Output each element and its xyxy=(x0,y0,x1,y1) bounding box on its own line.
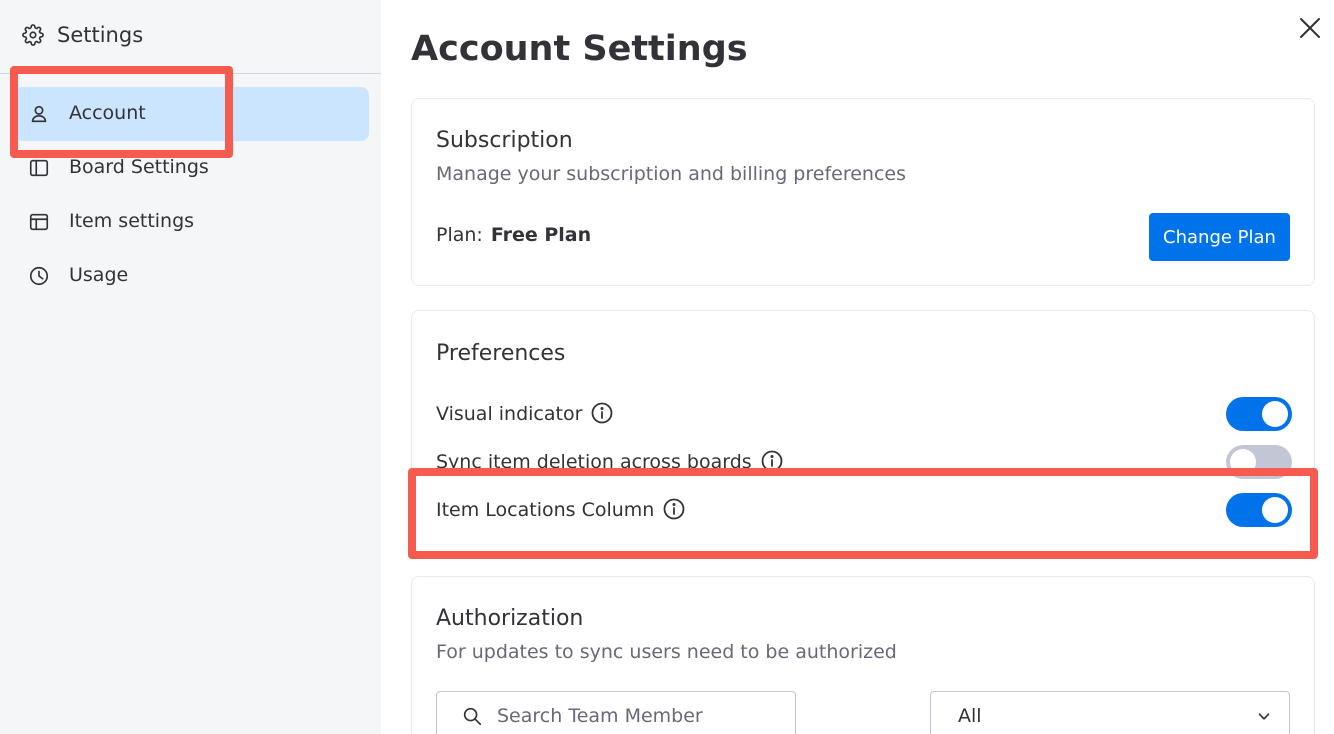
pref-row-visual-indicator: Visual indicator xyxy=(436,397,1292,431)
pref-label-text: Visual indicator xyxy=(436,403,583,425)
sidebar-title: Settings xyxy=(57,23,144,47)
subscription-subtitle: Manage your subscription and billing pre… xyxy=(436,163,906,185)
authorization-subtitle: For updates to sync users need to be aut… xyxy=(436,641,897,663)
search-icon xyxy=(463,707,482,726)
pref-row-item-locations: Item Locations Column xyxy=(436,493,1292,527)
subscription-card: Subscription Manage your subscription an… xyxy=(411,98,1315,286)
chevron-down-icon xyxy=(1258,713,1270,720)
search-input[interactable] xyxy=(497,700,777,732)
pref-label-text: Item Locations Column xyxy=(436,499,655,521)
plan-value: Free Plan xyxy=(490,224,592,246)
close-icon[interactable] xyxy=(1296,14,1324,42)
sidebar-item-label: Item settings xyxy=(69,210,195,232)
sidebar-item-account[interactable]: Account xyxy=(14,87,369,141)
item-locations-toggle[interactable] xyxy=(1226,493,1292,527)
filter-select-value: All xyxy=(958,705,982,727)
plan-label: Plan: xyxy=(436,224,483,246)
sidebar-item-usage[interactable]: Usage xyxy=(14,249,369,303)
sidebar-item-label: Board Settings xyxy=(69,156,209,178)
toggle-knob xyxy=(1230,449,1256,475)
toggle-knob xyxy=(1262,401,1288,427)
filter-select[interactable]: All xyxy=(930,691,1290,734)
sidebar-item-board-settings[interactable]: Board Settings xyxy=(14,141,369,195)
item-icon xyxy=(29,213,49,231)
plan-row: Plan: Free Plan xyxy=(436,223,591,247)
pref-label: Item Locations Column xyxy=(436,497,686,522)
sidebar-item-item-settings[interactable]: Item settings xyxy=(14,195,369,249)
preferences-title: Preferences xyxy=(436,341,566,366)
change-plan-button[interactable]: Change Plan xyxy=(1149,213,1290,261)
pref-label: Sync item deletion across boards xyxy=(436,449,784,474)
pref-label: Visual indicator xyxy=(436,401,614,426)
info-icon[interactable] xyxy=(760,449,784,473)
search-team-member-field[interactable] xyxy=(436,691,796,734)
sidebar-header: Settings xyxy=(0,0,381,74)
sidebar: Settings Account Board Settings Item set… xyxy=(0,0,381,734)
pref-row-sync-deletion: Sync item deletion across boards xyxy=(436,445,1292,479)
info-icon[interactable] xyxy=(662,497,686,521)
info-icon[interactable] xyxy=(590,401,614,425)
sidebar-item-label: Account xyxy=(69,102,146,124)
subscription-title: Subscription xyxy=(436,128,573,153)
gear-icon xyxy=(22,24,44,46)
authorization-title: Authorization xyxy=(436,606,584,631)
sync-deletion-toggle[interactable] xyxy=(1226,445,1292,479)
authorization-card: Authorization For updates to sync users … xyxy=(411,576,1315,734)
page-title: Account Settings xyxy=(411,29,748,69)
board-icon xyxy=(29,159,49,177)
toggle-knob xyxy=(1262,497,1288,523)
preferences-card: Preferences Visual indicator Sync item d… xyxy=(411,310,1315,556)
clock-icon xyxy=(29,266,49,286)
sidebar-item-label: Usage xyxy=(69,264,129,286)
user-icon xyxy=(31,105,47,123)
visual-indicator-toggle[interactable] xyxy=(1226,397,1292,431)
pref-label-text: Sync item deletion across boards xyxy=(436,451,752,473)
